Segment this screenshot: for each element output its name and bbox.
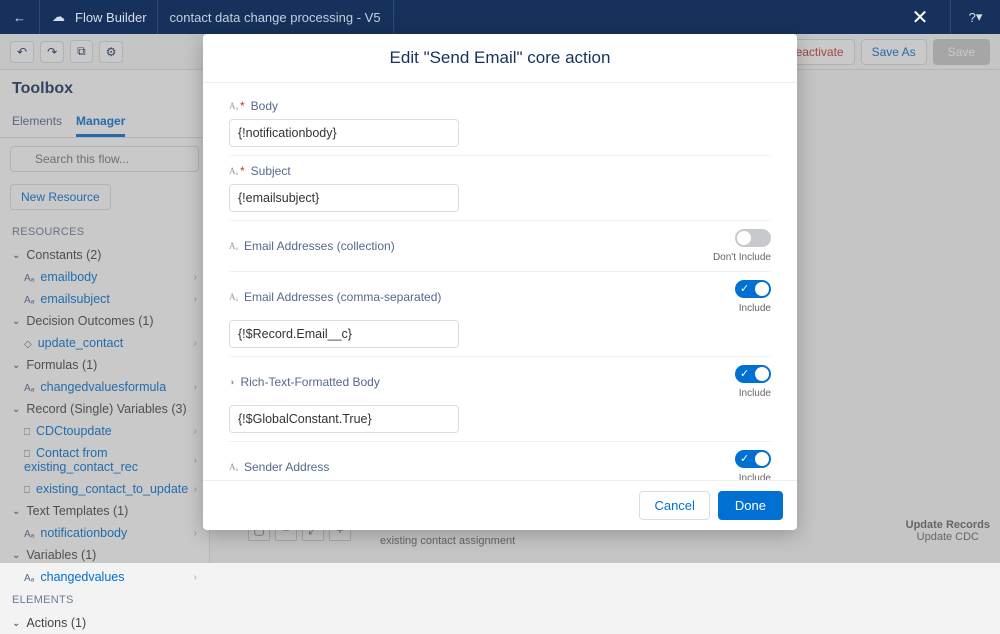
check-icon: ✓ — [740, 282, 749, 295]
cancel-button[interactable]: Cancel — [639, 491, 709, 520]
close-icon: ✕ — [912, 5, 929, 30]
elements-label: ELEMENTS — [0, 588, 209, 612]
rich-text-label: Rich-Text-Formatted Body — [240, 375, 379, 389]
flow-name: contact data change processing - V5 — [157, 0, 381, 34]
sender-address-toggle[interactable]: ✓ — [735, 450, 771, 468]
group-actions[interactable]: ⌄Actions (1) — [0, 612, 209, 634]
help-button[interactable]: ? ▾ — [950, 0, 1000, 34]
body-label: Body — [251, 99, 278, 113]
boolean-type-icon: ◑ — [229, 377, 234, 387]
body-input[interactable] — [229, 119, 459, 147]
email-comma-label: Email Addresses (comma-separated) — [244, 290, 441, 304]
sidebar-item-changedvalues[interactable]: Aₐchangedvalues› — [0, 566, 209, 588]
rich-text-toggle[interactable]: ✓ — [735, 365, 771, 383]
subject-input[interactable] — [229, 184, 459, 212]
flow-builder-icon: ☁ — [52, 9, 65, 25]
required-indicator: * — [240, 99, 245, 113]
modal-overlay: Edit "Send Email" core action Aₐ*Body Aₐ… — [0, 34, 1000, 563]
help-icon: ? — [969, 10, 976, 25]
edit-action-modal: Edit "Send Email" core action Aₐ*Body Aₐ… — [203, 34, 797, 530]
close-button[interactable]: ✕ — [890, 0, 950, 34]
email-collection-label: Email Addresses (collection) — [244, 239, 395, 253]
sender-address-label: Sender Address — [244, 460, 329, 474]
topbar: ← ☁ Flow Builder contact data change pro… — [0, 0, 1000, 34]
email-comma-input[interactable] — [229, 320, 459, 348]
modal-title: Edit "Send Email" core action — [203, 34, 797, 83]
subject-label: Subject — [251, 164, 291, 178]
done-button[interactable]: Done — [718, 491, 783, 520]
email-comma-toggle[interactable]: ✓ — [735, 280, 771, 298]
app-name: Flow Builder — [75, 10, 147, 25]
modal-footer: Cancel Done — [203, 480, 797, 530]
email-collection-toggle[interactable] — [735, 229, 771, 247]
text-type-icon: Aₐ — [229, 101, 238, 111]
rich-text-input[interactable] — [229, 405, 459, 433]
back-button[interactable]: ← — [0, 0, 40, 34]
back-icon: ← — [13, 10, 26, 25]
modal-body[interactable]: Aₐ*Body Aₐ*Subject AₐEmail Addresses (co… — [203, 83, 797, 480]
